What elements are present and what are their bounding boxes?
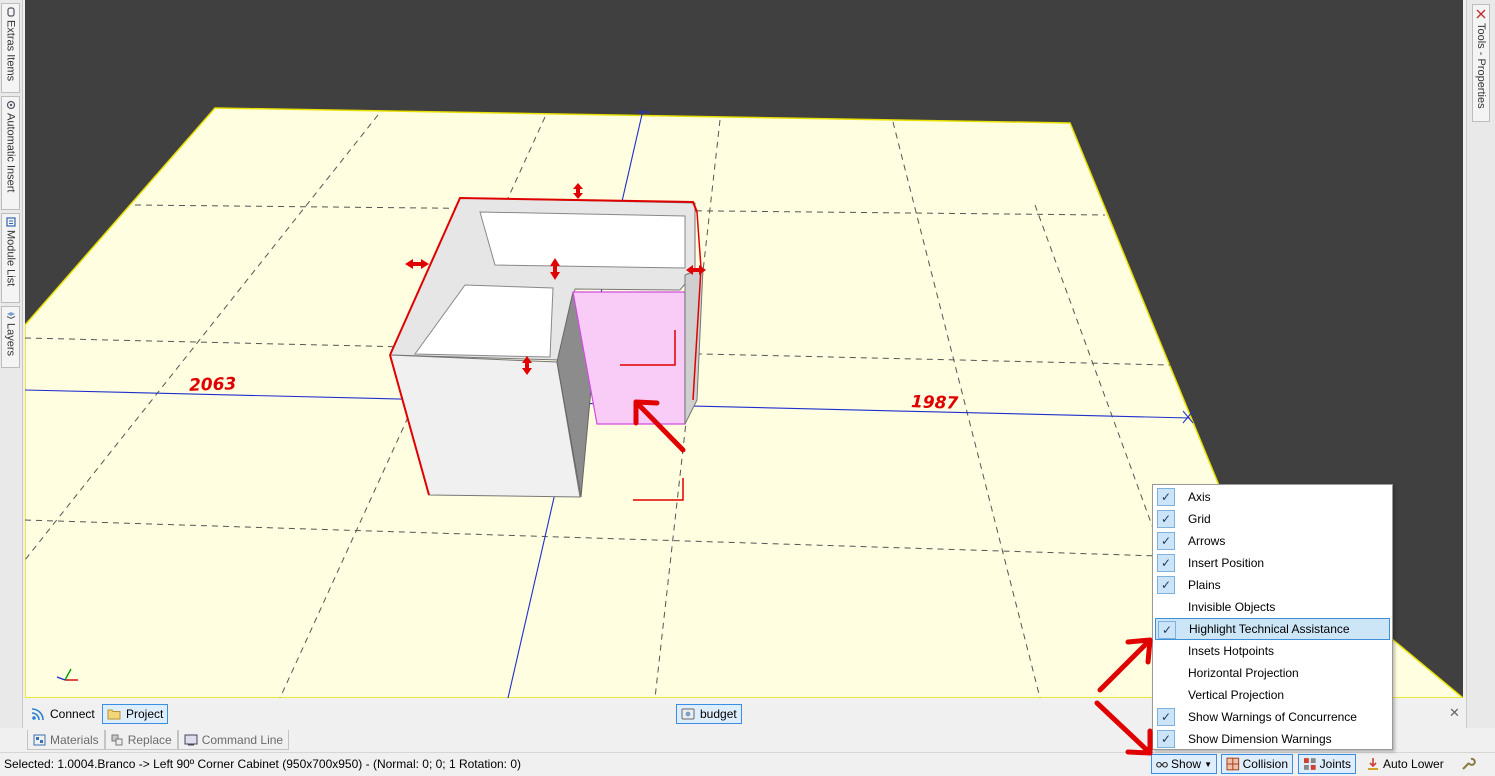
tab-materials-label: Materials (50, 732, 99, 747)
menu-item-horizontal-projection[interactable]: Horizontal Projection (1155, 662, 1390, 684)
menu-item-label: Invisible Objects (1188, 600, 1276, 614)
replace-icon (111, 734, 123, 745)
menu-item-plains[interactable]: ✓ Plains (1155, 574, 1390, 596)
menu-item-show-dimension-warnings[interactable]: ✓ Show Dimension Warnings (1155, 728, 1390, 750)
right-dock-rail: Tools - Properties (1466, 0, 1495, 728)
menu-item-label: Arrows (1188, 534, 1226, 548)
tab-extras-items-label: Extras Items (4, 20, 17, 82)
extras-icon (6, 7, 15, 17)
tab-automatic-insert-label: Automatic Insert (4, 113, 17, 193)
menu-item-label: Grid (1188, 512, 1211, 526)
status-bar: Selected: 1.0004.Branco -> Left 90º Corn… (0, 752, 1495, 776)
tools-icon (1476, 9, 1486, 19)
automatic-insert-icon (6, 100, 15, 110)
menu-item-label: Show Dimension Warnings (1188, 732, 1332, 746)
check-icon: ✓ (1157, 488, 1175, 506)
tab-replace[interactable]: Replace (104, 730, 178, 750)
selection-status-text: Selected: 1.0004.Branco -> Left 90º Corn… (4, 757, 522, 771)
menu-item-axis[interactable]: ✓ Axis (1155, 486, 1390, 508)
menu-item-grid[interactable]: ✓ Grid (1155, 508, 1390, 530)
budget-icon (681, 708, 695, 720)
folder-icon (107, 709, 121, 720)
tab-replace-label: Replace (127, 732, 172, 747)
joints-icon (1303, 758, 1316, 770)
menu-item-label: Horizontal Projection (1188, 666, 1299, 680)
show-dropdown-menu: ✓ Axis ✓ Grid ✓ Arrows ✓ Insert Position… (1152, 484, 1393, 750)
budget-tab[interactable]: budget (676, 704, 742, 724)
collision-toggle[interactable]: Collision (1221, 754, 1293, 774)
project-tab[interactable]: Project (102, 704, 169, 724)
project-tab-label: Project (126, 707, 164, 721)
tab-module-list-label: Module List (4, 230, 17, 287)
menu-item-vertical-projection[interactable]: Vertical Projection (1155, 684, 1390, 706)
check-icon: ✓ (1157, 510, 1175, 528)
check-icon: ✓ (1157, 730, 1175, 748)
show-button-label: Show (1171, 757, 1202, 771)
auto-lower-toggle[interactable]: Auto Lower (1362, 754, 1448, 774)
tab-materials[interactable]: Materials (27, 730, 105, 750)
layers-icon (6, 312, 15, 320)
collision-label: Collision (1242, 757, 1288, 771)
bottom-tab-strip: Materials Replace Command Line (27, 730, 290, 750)
connect-tab-label: Connect (50, 707, 95, 721)
auto-lower-label: Auto Lower (1383, 757, 1444, 771)
menu-item-label: Show Warnings of Concurrence (1188, 710, 1357, 724)
close-icon[interactable]: ✕ (1449, 705, 1460, 721)
menu-item-label: Highlight Technical Assistance (1189, 622, 1350, 636)
menu-item-insets-hotpoints[interactable]: Insets Hotpoints (1155, 640, 1390, 662)
menu-item-label: Insets Hotpoints (1188, 644, 1275, 658)
joints-label: Joints (1319, 757, 1351, 771)
show-dropdown-button[interactable]: Show ▼ (1151, 754, 1217, 774)
menu-item-label: Plains (1188, 578, 1221, 592)
dimension-label-left: 2063 (188, 374, 237, 396)
check-icon: ✓ (1157, 576, 1175, 594)
materials-icon (33, 734, 46, 745)
tab-extras-items[interactable]: Extras Items (1, 3, 20, 93)
tab-tools-properties[interactable]: Tools - Properties (1472, 4, 1490, 122)
glasses-icon (1156, 761, 1168, 768)
tab-layers[interactable]: Layers (1, 306, 20, 368)
module-list-icon (5, 217, 16, 227)
menu-item-label: Vertical Projection (1188, 688, 1285, 702)
menu-item-label: Insert Position (1188, 556, 1265, 570)
menu-item-label: Axis (1188, 490, 1211, 504)
chevron-down-icon: ▼ (1204, 759, 1212, 769)
auto-lower-icon (1368, 758, 1378, 770)
tab-command-line[interactable]: Command Line (177, 730, 290, 750)
joints-toggle[interactable]: Joints (1298, 754, 1356, 774)
tab-module-list[interactable]: Module List (1, 213, 20, 303)
menu-item-arrows[interactable]: ✓ Arrows (1155, 530, 1390, 552)
dimension-label-right: 1987 (910, 392, 959, 414)
check-icon: ✓ (1158, 621, 1176, 639)
menu-item-insert-position[interactable]: ✓ Insert Position (1155, 552, 1390, 574)
menu-item-show-warnings-of-concurrence[interactable]: ✓ Show Warnings of Concurrence (1155, 706, 1390, 728)
rss-icon (31, 708, 44, 721)
wrench-icon (1462, 757, 1476, 770)
tab-command-line-label: Command Line (201, 732, 284, 747)
settings-button[interactable] (1456, 754, 1480, 774)
check-icon: ✓ (1157, 554, 1175, 572)
left-dock-rail: Extras Items Automatic Insert Module Lis… (0, 0, 23, 728)
budget-tab-label: budget (700, 707, 737, 721)
check-icon: ✓ (1157, 708, 1175, 726)
tab-layers-label: Layers (4, 323, 17, 357)
tab-automatic-insert[interactable]: Automatic Insert (1, 96, 20, 210)
menu-item-invisible-objects[interactable]: Invisible Objects (1155, 596, 1390, 618)
connect-tab[interactable]: Connect (27, 704, 99, 724)
collision-icon (1226, 757, 1240, 771)
menu-item-highlight-technical-assistance[interactable]: ✓ Highlight Technical Assistance (1155, 618, 1390, 640)
tab-tools-properties-label: Tools - Properties (1475, 23, 1487, 109)
check-icon: ✓ (1157, 532, 1175, 550)
command-line-icon (184, 734, 198, 745)
